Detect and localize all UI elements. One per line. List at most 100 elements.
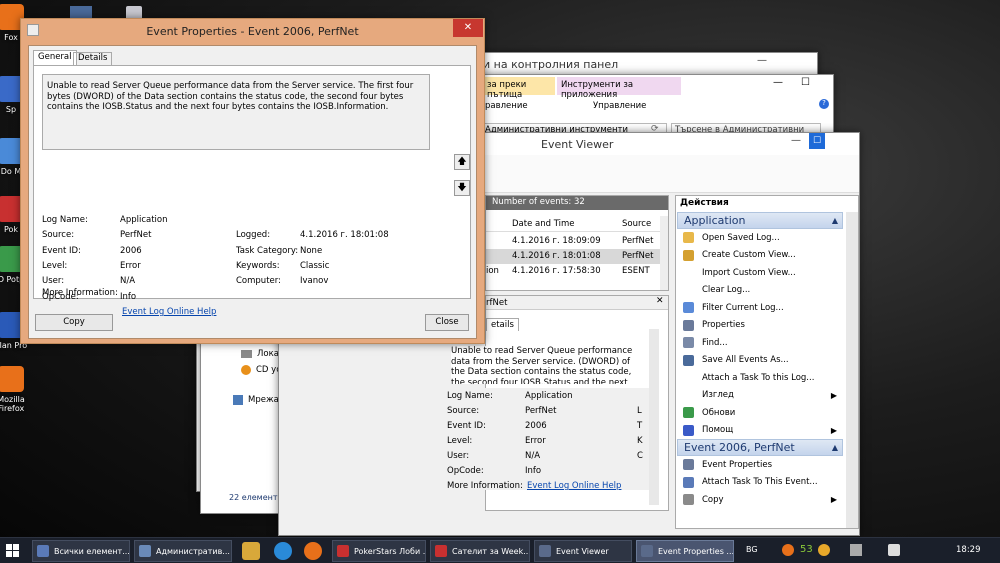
detail-message-text: Unable to read Server Queue performance … (451, 346, 645, 384)
ribbon-sub-2[interactable]: Управление (593, 101, 646, 111)
firefox-icon[interactable] (304, 542, 322, 560)
dialog-close-button[interactable]: ✕ (453, 19, 483, 37)
ev-min-button[interactable]: — (791, 135, 801, 146)
cp-min-button[interactable]: — (757, 55, 767, 66)
desktop-icon-label: Mozilla Firefox (0, 395, 25, 413)
minimize-icon[interactable]: — (773, 77, 783, 88)
action-label: Event Properties (702, 459, 773, 470)
detail-field-value: PerfNet (525, 406, 557, 416)
tray-network-icon[interactable] (850, 544, 862, 556)
collapse-icon[interactable]: ▲ (832, 443, 838, 452)
action-item[interactable]: Properties (677, 317, 843, 335)
desktop-icon[interactable]: Mozilla Firefox (0, 366, 34, 413)
detail-field-label: Level: (447, 436, 473, 446)
ev-max-button[interactable]: ☐ (809, 133, 825, 149)
ribbon-sub-1[interactable]: равление (485, 101, 528, 111)
clock[interactable]: 18:29 (956, 545, 981, 555)
taskbar-button[interactable]: Всички елемент... (32, 540, 130, 562)
detail-scrollbar[interactable] (649, 329, 659, 505)
start-button[interactable] (6, 544, 20, 558)
tab-general[interactable]: General (33, 50, 77, 65)
collapse-icon[interactable]: ▲ (832, 216, 838, 225)
app-icon (139, 545, 151, 557)
detail-field-value: Error (525, 436, 546, 446)
taskbar-button[interactable]: Event Properties ... (636, 540, 734, 562)
field-value: PerfNet (120, 230, 152, 240)
taskbar-button[interactable]: Сателит за Week... (430, 540, 530, 562)
copy-button[interactable]: Copy (35, 314, 113, 331)
cp-item-local[interactable]: Лока (241, 349, 279, 359)
action-label: Attach a Task To this Log... (702, 372, 815, 383)
taskbar-button[interactable]: Административ... (134, 540, 232, 562)
action-item[interactable]: Open Saved Log... (677, 229, 843, 247)
blank-icon (683, 267, 694, 278)
cp-item-cd[interactable]: CD ус (241, 365, 281, 375)
action-item[interactable]: Copy ▶ (677, 491, 843, 509)
cp-item-network[interactable]: Мрежа (233, 395, 279, 405)
tray-avast-icon[interactable] (782, 544, 794, 556)
event-properties-dialog: Event Properties - Event 2006, PerfNet ✕… (20, 18, 485, 344)
action-item[interactable]: Create Custom View... (677, 247, 843, 265)
action-item[interactable]: Attach Task To This Event... (677, 474, 843, 492)
col-source[interactable]: Source (622, 219, 651, 229)
detail-field-label: Log Name: (447, 391, 493, 401)
file-explorer-icon[interactable] (242, 542, 260, 560)
event-row-selected[interactable]: 4.1.2016 г. 18:01:08 PerfNet (486, 249, 662, 264)
action-item[interactable]: Attach a Task To this Log... (677, 369, 843, 387)
action-section-title: Application (684, 214, 746, 227)
taskbar-button[interactable]: PokerStars Лоби ... (332, 540, 426, 562)
filter-icon (683, 249, 694, 261)
event-log-help-link[interactable]: Event Log Online Help (122, 307, 216, 317)
close-button[interactable]: Close (425, 314, 469, 331)
tab-details[interactable]: Details (73, 52, 113, 65)
action-section-header[interactable]: Application ▲ (677, 212, 843, 229)
action-item[interactable]: Помощ ▶ (677, 422, 843, 440)
taskbar-button[interactable]: Event Viewer (534, 540, 632, 562)
action-item[interactable]: Clear Log... (677, 282, 843, 300)
actions-header: Действия (680, 198, 729, 208)
action-item[interactable]: Обнови (677, 404, 843, 422)
detail-tab[interactable]: etails (486, 318, 519, 331)
tray-badge[interactable]: 53 (800, 544, 813, 555)
maximize-icon[interactable]: ☐ (801, 77, 810, 88)
actions-scrollbar[interactable] (846, 212, 858, 528)
field-label: Source: (42, 230, 75, 240)
action-item[interactable]: Import Custom View... (677, 264, 843, 282)
ie-icon[interactable] (274, 542, 292, 560)
detail-title: rfNet (486, 298, 508, 308)
app-icon (435, 545, 447, 557)
taskbar-button-label: Event Viewer (556, 546, 609, 556)
tray-icon[interactable] (818, 544, 830, 556)
tray-volume-icon[interactable] (888, 544, 900, 556)
field-value: 2006 (120, 246, 142, 256)
action-section-header[interactable]: Event 2006, PerfNet ▲ (677, 439, 843, 456)
taskbar-button-label: Всички елемент... (54, 546, 130, 556)
copy-icon (683, 494, 694, 506)
taskbar-button-label: Event Properties ... (658, 546, 734, 556)
ribbon-tab-shortcuts[interactable]: за преки пътища (483, 77, 555, 100)
action-item[interactable]: Изглед ▶ (677, 387, 843, 405)
events-scrollbar[interactable] (660, 216, 668, 290)
detail-close-icon[interactable]: ✕ (656, 296, 664, 306)
field-label: Log Name: (42, 215, 88, 225)
field-value: Info (120, 292, 137, 302)
action-label: Create Custom View... (702, 250, 796, 261)
action-item[interactable]: Save All Events As... (677, 352, 843, 370)
action-item[interactable]: Find... (677, 334, 843, 352)
app-icon (37, 545, 49, 557)
action-item[interactable]: Event Properties (677, 456, 843, 474)
action-item[interactable]: Filter Current Log... (677, 299, 843, 317)
ribbon-tab-app-tools[interactable]: Инструменти за приложения (557, 77, 681, 100)
event-row[interactable]: ion 4.1.2016 г. 17:58:30 ESENT (486, 264, 662, 279)
app-icon (337, 545, 349, 557)
detail-help-link[interactable]: Event Log Online Help (527, 481, 621, 491)
event-row[interactable]: 4.1.2016 г. 18:09:09 PerfNet (486, 234, 662, 249)
ribbon-help-icon[interactable]: ? (819, 99, 829, 109)
col-date[interactable]: Date and Time (512, 219, 575, 229)
field-value: Ivanov (300, 276, 329, 286)
action-section-title: Event 2006, PerfNet (684, 441, 795, 454)
dialog-title: Event Properties - Event 2006, PerfNet (146, 25, 359, 38)
taskbar: Всички елемент... Административ... PokerSt… (0, 537, 1000, 563)
field-label: Level: (42, 261, 68, 271)
language-indicator[interactable]: BG (746, 545, 758, 554)
